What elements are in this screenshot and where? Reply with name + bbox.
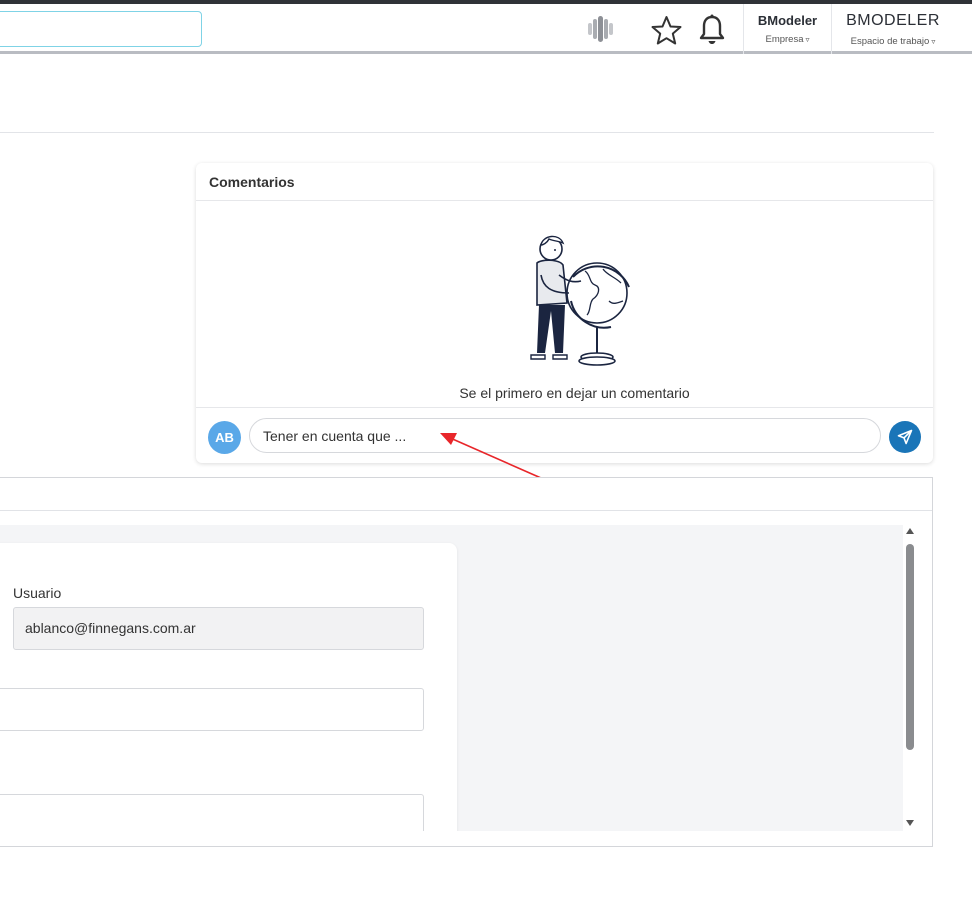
- user-field[interactable]: ablanco@finnegans.com.ar: [13, 607, 424, 650]
- scroll-thumb[interactable]: [906, 544, 914, 750]
- scroll-down-icon[interactable]: [906, 820, 914, 826]
- chevron-down-icon: ▿: [931, 37, 936, 46]
- annotation-arrow-icon: [440, 433, 542, 479]
- user-form-card: Usuario ablanco@finnegans.com.ar: [0, 543, 457, 831]
- scroll-up-icon[interactable]: [906, 528, 914, 534]
- vertical-scrollbar[interactable]: [903, 525, 917, 831]
- comment-input[interactable]: [249, 418, 881, 453]
- user-field-label: Usuario: [13, 585, 62, 601]
- workspace-name: BMODELER: [846, 12, 940, 29]
- company-selector[interactable]: BModeler Empresa ▿: [744, 4, 831, 54]
- search-input[interactable]: [0, 11, 202, 47]
- send-icon: [897, 429, 913, 445]
- avatar: AB: [208, 421, 241, 454]
- workspace-selector[interactable]: BMODELER Espacio de trabajo ▿: [832, 4, 954, 54]
- details-panel: Usuario ablanco@finnegans.com.ar: [0, 477, 933, 847]
- globe-illustration-icon: [530, 235, 630, 366]
- brain-icon[interactable]: [585, 14, 617, 44]
- panel-header: [0, 478, 932, 511]
- workspace-label: Espacio de trabajo: [850, 36, 930, 47]
- company-name: BModeler: [757, 13, 818, 28]
- text-field[interactable]: [0, 794, 424, 831]
- comments-header: Comentarios: [196, 163, 933, 201]
- send-button[interactable]: [889, 421, 921, 453]
- star-icon[interactable]: [651, 15, 682, 46]
- app-header: BModeler Empresa ▿ BMODELER Espacio de tr…: [0, 4, 972, 54]
- empty-comments-message: Se el primero en dejar un comentario: [459, 385, 690, 401]
- panel-content: Usuario ablanco@finnegans.com.ar: [0, 525, 903, 831]
- text-field[interactable]: [0, 688, 424, 731]
- company-label: Empresa: [765, 34, 804, 45]
- bell-icon[interactable]: [698, 14, 726, 46]
- comments-panel: Comentarios Se el primero en dejar un co…: [196, 163, 933, 463]
- comment-composer: AB: [196, 407, 933, 463]
- section-divider: [0, 132, 934, 133]
- chevron-down-icon: ▿: [805, 35, 810, 44]
- comments-title: Comentarios: [209, 174, 295, 190]
